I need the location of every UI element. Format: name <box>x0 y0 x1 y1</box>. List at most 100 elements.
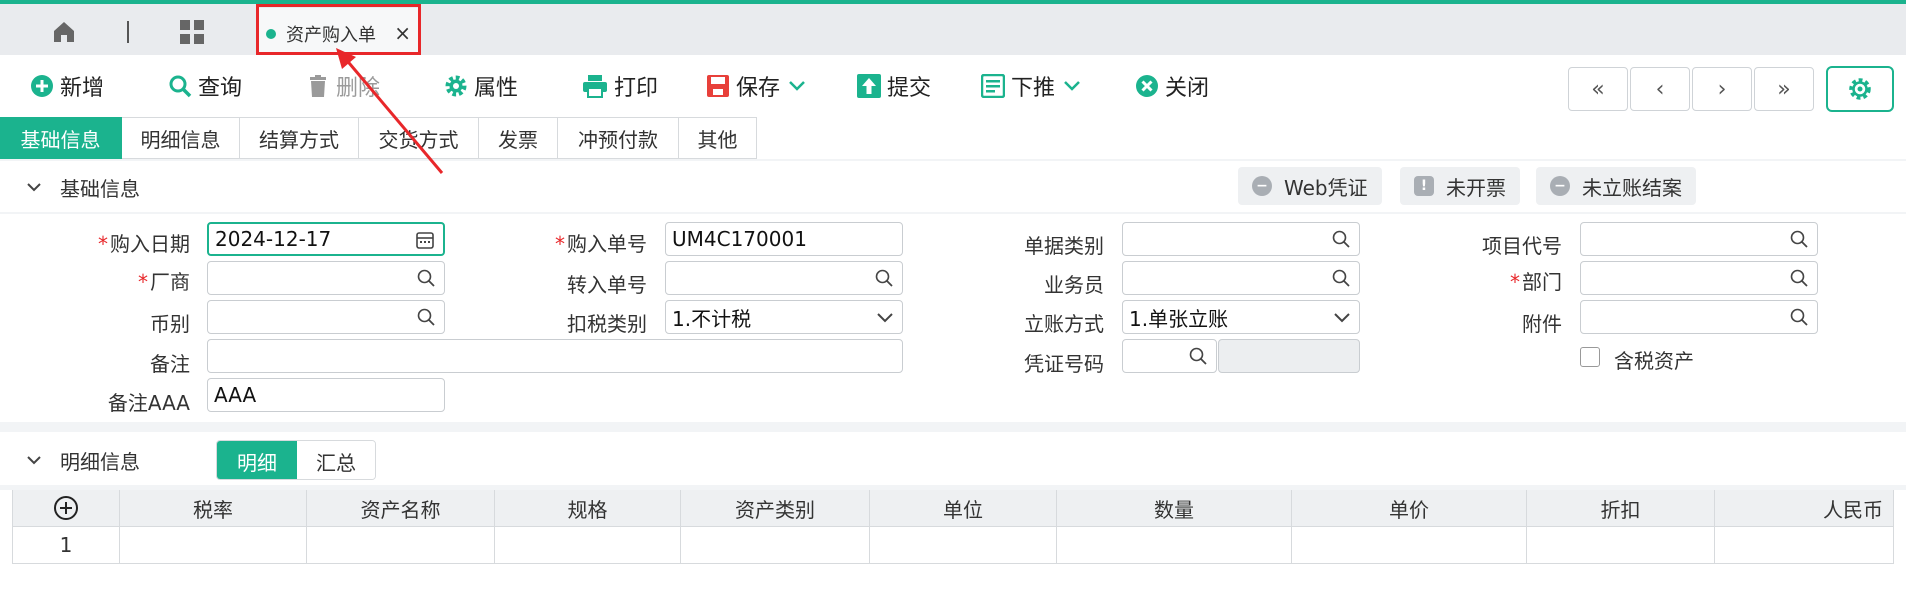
search-icon[interactable] <box>1188 346 1208 366</box>
tab-delivery[interactable]: 交货方式 <box>359 117 479 159</box>
divider <box>0 212 1906 214</box>
tab-settlement[interactable]: 结算方式 <box>240 117 359 159</box>
remark-input[interactable] <box>207 339 903 373</box>
query-button[interactable]: 查询 <box>168 71 242 101</box>
chevron-down-icon[interactable] <box>876 312 894 324</box>
add-button[interactable]: 新增 <box>30 71 104 101</box>
table-row[interactable]: 1 <box>12 527 1894 564</box>
chevron-down-icon[interactable] <box>26 182 42 192</box>
apps-grid-icon[interactable] <box>178 18 206 46</box>
currency-input[interactable] <box>207 300 445 334</box>
last-record-button[interactable]: » <box>1754 67 1814 111</box>
search-icon[interactable] <box>1331 268 1351 288</box>
col-quantity[interactable]: 数量 <box>1057 490 1292 527</box>
badge-label: 未立账结案 <box>1582 175 1682 200</box>
summary-toggle[interactable]: 汇总 <box>297 441 375 479</box>
vendor-input[interactable] <box>207 261 445 295</box>
search-icon[interactable] <box>1789 268 1809 288</box>
tax-incl-asset-checkbox[interactable] <box>1580 347 1600 367</box>
tab-asset-purchase[interactable]: 资产购入单 × <box>256 8 421 59</box>
no-invoice-badge[interactable]: ! 未开票 <box>1400 167 1520 205</box>
transfer-no-input[interactable] <box>665 261 903 295</box>
detail-toggle[interactable]: 明细 <box>217 441 297 479</box>
cell-quantity[interactable] <box>1057 527 1292 564</box>
attachment-input[interactable] <box>1580 300 1818 334</box>
badge-label: Web凭证 <box>1284 175 1368 200</box>
department-input[interactable] <box>1580 261 1818 295</box>
top-tab-bar: 资产购入单 × <box>0 0 1906 59</box>
col-asset-category[interactable]: 资产类别 <box>681 490 870 527</box>
row-number: 1 <box>12 527 120 564</box>
search-icon[interactable] <box>1331 229 1351 249</box>
add-row-button[interactable] <box>12 490 120 527</box>
account-method-select[interactable]: 1.单张立账 <box>1122 300 1360 334</box>
chevron-down-icon[interactable] <box>1063 80 1081 92</box>
tax-type-select[interactable]: 1.不计税 <box>665 300 903 334</box>
remark-aaa-label: 备注AAA <box>107 391 190 415</box>
col-unit-price[interactable]: 单价 <box>1292 490 1527 527</box>
cell-asset-category[interactable] <box>681 527 870 564</box>
tab-other[interactable]: 其他 <box>679 117 757 159</box>
close-button[interactable]: 关闭 <box>1135 71 1209 101</box>
save-button[interactable]: 保存 <box>706 71 812 101</box>
col-discount[interactable]: 折扣 <box>1527 490 1715 527</box>
col-asset-name[interactable]: 资产名称 <box>307 490 495 527</box>
cell-asset-name[interactable] <box>307 527 495 564</box>
purchase-date-input[interactable]: 2024-12-17 <box>207 222 445 256</box>
cell-rmb[interactable] <box>1715 527 1894 564</box>
toolbar: 新增 查询 删除 属性 打印 保存 提交 下推 关闭 « ‹ › » <box>0 55 1906 115</box>
label-text: 购入单号 <box>567 232 647 256</box>
col-spec[interactable]: 规格 <box>495 490 681 527</box>
col-rmb[interactable]: 人民币 <box>1715 490 1894 527</box>
tab-detail-info[interactable]: 明细信息 <box>122 117 240 159</box>
purchase-no-input[interactable]: UM4C170001 <box>665 222 903 256</box>
plus-circle-icon <box>31 75 53 97</box>
calendar-icon[interactable] <box>415 230 435 250</box>
first-record-button[interactable]: « <box>1568 67 1628 111</box>
close-tab-icon[interactable]: × <box>394 21 411 45</box>
push-down-label: 下推 <box>1011 76 1056 101</box>
plus-circle-icon <box>54 496 78 520</box>
project-code-label: 项目代号 <box>1482 234 1562 258</box>
tab-basic-info[interactable]: 基础信息 <box>0 117 122 159</box>
submit-button[interactable]: 提交 <box>857 71 931 101</box>
cell-tax-rate[interactable] <box>120 527 307 564</box>
save-disk-icon <box>707 75 729 97</box>
web-voucher-badge[interactable]: − Web凭证 <box>1238 167 1382 205</box>
cell-discount[interactable] <box>1527 527 1715 564</box>
remark-aaa-input[interactable]: AAA <box>207 378 445 412</box>
prev-record-button[interactable]: ‹ <box>1630 67 1690 111</box>
col-tax-rate[interactable]: 税率 <box>120 490 307 527</box>
next-record-button[interactable]: › <box>1692 67 1752 111</box>
input-value: 2024-12-17 <box>215 227 332 251</box>
tab-invoice[interactable]: 发票 <box>479 117 558 159</box>
voucher-no-input[interactable] <box>1122 339 1217 373</box>
print-button[interactable]: 打印 <box>582 71 658 101</box>
settings-button[interactable] <box>1826 66 1894 112</box>
cell-unit-price[interactable] <box>1292 527 1527 564</box>
chevron-down-icon[interactable] <box>1333 312 1351 324</box>
cell-spec[interactable] <box>495 527 681 564</box>
minus-circle-icon: − <box>1550 176 1570 196</box>
home-icon[interactable] <box>50 18 78 46</box>
delete-button[interactable]: 删除 <box>306 71 380 101</box>
chevron-down-icon[interactable] <box>26 455 42 465</box>
project-code-input[interactable] <box>1580 222 1818 256</box>
search-icon[interactable] <box>416 268 436 288</box>
salesman-input[interactable] <box>1122 261 1360 295</box>
minus-circle-icon: − <box>1252 176 1272 196</box>
tab-prepayment-offset[interactable]: 冲预付款 <box>558 117 679 159</box>
not-closed-badge[interactable]: − 未立账结案 <box>1536 167 1696 205</box>
search-icon[interactable] <box>1789 307 1809 327</box>
properties-button[interactable]: 属性 <box>444 71 518 101</box>
col-unit[interactable]: 单位 <box>870 490 1057 527</box>
tab-label: 资产购入单 <box>286 24 376 46</box>
chevron-down-icon[interactable] <box>788 80 806 92</box>
search-icon[interactable] <box>874 268 894 288</box>
cell-unit[interactable] <box>870 527 1057 564</box>
doc-type-input[interactable] <box>1122 222 1360 256</box>
close-label: 关闭 <box>1165 76 1210 101</box>
search-icon[interactable] <box>416 307 436 327</box>
search-icon[interactable] <box>1789 229 1809 249</box>
push-down-button[interactable]: 下推 <box>981 71 1087 101</box>
